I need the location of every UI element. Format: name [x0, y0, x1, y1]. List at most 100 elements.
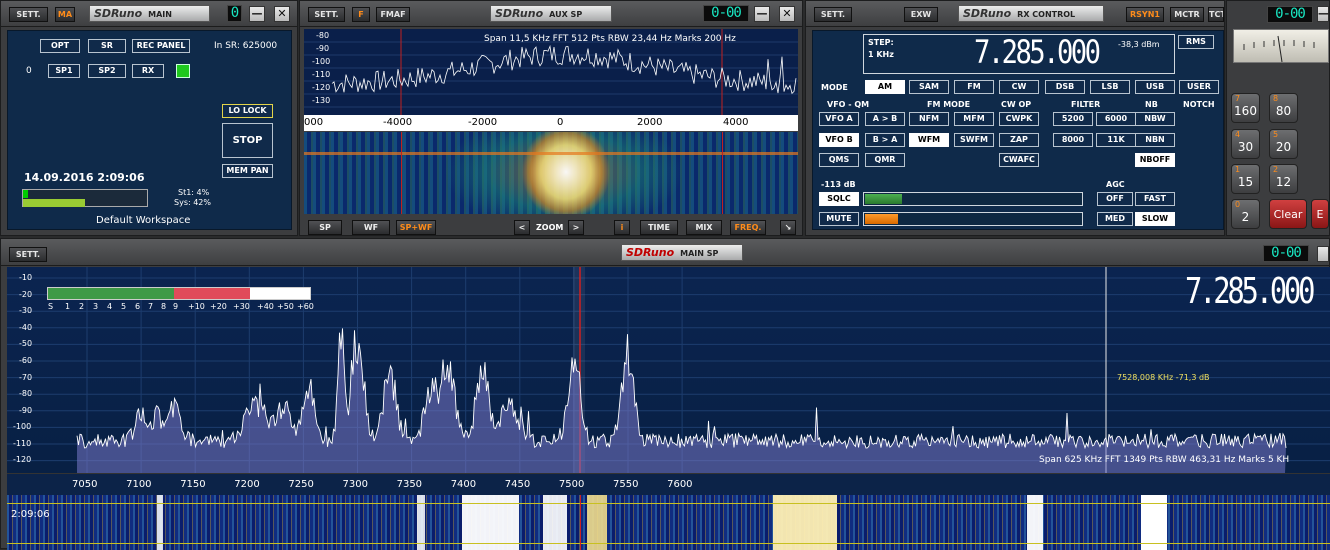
- opt-button[interactable]: OPT: [40, 39, 80, 53]
- aux-seg-display: 0-00: [703, 5, 749, 22]
- aux-titlebar[interactable]: SETT. F FMAF SDRuno AUX SP 0-00 — ✕: [300, 1, 802, 27]
- zap-button[interactable]: ZAP: [999, 133, 1039, 147]
- rms-button[interactable]: RMS: [1178, 35, 1214, 49]
- f-button[interactable]: F: [352, 7, 370, 22]
- rx-seg-display: 0-00: [1267, 6, 1313, 23]
- sp-view-button[interactable]: SP: [308, 220, 342, 235]
- agc-fast-button[interactable]: FAST: [1135, 192, 1175, 206]
- resize-handle-icon[interactable]: ↘: [780, 220, 796, 235]
- a-to-b-button[interactable]: A > B: [865, 112, 905, 126]
- agc-med-button[interactable]: MED: [1097, 212, 1133, 226]
- band-key-30[interactable]: 4 30: [1231, 129, 1260, 159]
- main-spectrum[interactable]: -10 -20 -30 -40 -50 -60 -70 -80 -90 -100…: [7, 267, 1330, 473]
- ma-button[interactable]: MA: [55, 7, 75, 22]
- minimize-button[interactable]: —: [1317, 6, 1329, 22]
- squelch-slider[interactable]: [863, 192, 1083, 206]
- aux-info: Span 11,5 KHz FFT 512 Pts RBW 23,44 Hz M…: [484, 34, 736, 44]
- vfo-b-button[interactable]: VFO B: [819, 133, 859, 147]
- band-key-2[interactable]: 02: [1231, 199, 1260, 229]
- info-button[interactable]: i: [614, 220, 630, 235]
- nfm-button[interactable]: NFM: [909, 112, 949, 126]
- main-x-tick: 7100: [126, 479, 152, 490]
- main-sp-titlebar[interactable]: SETT. SDRuno MAIN SP 0-00: [1, 239, 1329, 266]
- qmr-button[interactable]: QMR: [865, 153, 905, 167]
- enter-key[interactable]: E: [1311, 199, 1329, 229]
- sett-button[interactable]: SETT.: [9, 7, 48, 22]
- band-key-20[interactable]: 5 20: [1269, 129, 1298, 159]
- main-titlebar[interactable]: SETT. MA SDRuno MAIN 0 — ✕: [1, 1, 297, 27]
- mfm-button[interactable]: MFM: [954, 112, 994, 126]
- cwpk-button[interactable]: CWPK: [999, 112, 1039, 126]
- rec-panel-button[interactable]: REC PANEL: [132, 39, 190, 53]
- band-key-80[interactable]: 8 80: [1269, 93, 1298, 123]
- mode-usb-button[interactable]: USB: [1135, 80, 1175, 94]
- close-button[interactable]: ✕: [779, 6, 795, 22]
- mode-sam-button[interactable]: SAM: [909, 80, 949, 94]
- fmaf-button[interactable]: FMAF: [376, 7, 410, 22]
- b-to-a-button[interactable]: B > A: [865, 133, 905, 147]
- mode-cw-button[interactable]: CW: [999, 80, 1039, 94]
- qms-button[interactable]: QMS: [819, 153, 859, 167]
- aux-spectrum[interactable]: Span 11,5 KHz FFT 512 Pts RBW 23,44 Hz M…: [304, 29, 798, 115]
- minimize-button[interactable]: —: [249, 6, 265, 22]
- aux-wf-marker-left: [401, 132, 402, 214]
- sett-button[interactable]: SETT.: [814, 7, 852, 22]
- sqlc-button[interactable]: SQLC: [819, 192, 859, 206]
- filter-6000-button[interactable]: 6000: [1096, 112, 1136, 126]
- filter-5200-button[interactable]: 5200: [1053, 112, 1093, 126]
- agc-slow-button[interactable]: SLOW: [1135, 212, 1175, 226]
- minimize-button[interactable]: [1317, 246, 1329, 262]
- mode-fm-button[interactable]: FM: [954, 80, 994, 94]
- clear-key[interactable]: Clear: [1269, 199, 1307, 229]
- mode-am-button[interactable]: AM: [865, 80, 905, 94]
- nbn-button[interactable]: NBN: [1135, 133, 1175, 147]
- mem-pan-button[interactable]: MEM PAN: [222, 164, 273, 178]
- cwafc-button[interactable]: CWAFC: [999, 153, 1039, 167]
- volume-slider[interactable]: [863, 212, 1083, 226]
- band-key-160[interactable]: 7 160: [1231, 93, 1260, 123]
- frequency-display[interactable]: STEP: 1 KHz 7.285.000 -38,3 dBm: [863, 33, 1175, 74]
- wfm-button[interactable]: WFM: [909, 133, 949, 147]
- freq-button[interactable]: FREQ.: [730, 220, 766, 235]
- mode-lsb-button[interactable]: LSB: [1090, 80, 1130, 94]
- mute-button[interactable]: MUTE: [819, 212, 859, 226]
- sp1-button[interactable]: SP1: [48, 64, 80, 78]
- stop-button[interactable]: STOP: [222, 123, 273, 158]
- wf-view-button[interactable]: WF: [352, 220, 390, 235]
- zoom-in-button[interactable]: >: [568, 220, 584, 235]
- agc-off-button[interactable]: OFF: [1097, 192, 1133, 206]
- band-key-12[interactable]: 2 12: [1269, 164, 1298, 194]
- mode-user-button[interactable]: USER: [1179, 80, 1219, 94]
- mctr-button[interactable]: MCTR: [1170, 7, 1204, 22]
- rx-status-indicator[interactable]: [176, 64, 190, 78]
- swfm-button[interactable]: SWFM: [954, 133, 994, 147]
- rsyn1-button[interactable]: RSYN1: [1126, 7, 1164, 22]
- time-button[interactable]: TIME: [640, 220, 678, 235]
- main-y-tick: -80: [19, 389, 33, 398]
- main-y-tick: -30: [19, 306, 33, 315]
- zoom-out-button[interactable]: <: [514, 220, 530, 235]
- sp-wf-view-button[interactable]: SP+WF: [396, 220, 436, 235]
- mix-button[interactable]: MIX: [686, 220, 722, 235]
- mode-dsb-button[interactable]: DSB: [1045, 80, 1085, 94]
- rx-titlebar[interactable]: SETT. EXW SDRuno RX CONTROL RSYN1 MCTR TC…: [806, 1, 1224, 27]
- sp2-button[interactable]: SP2: [88, 64, 126, 78]
- rx-button[interactable]: RX: [132, 64, 164, 78]
- main-waterfall[interactable]: 2:09:06: [7, 495, 1330, 550]
- filter-11k-button[interactable]: 11K: [1096, 133, 1136, 147]
- nbw-button[interactable]: NBW: [1135, 112, 1175, 126]
- aux-y-tick: -80: [316, 31, 330, 40]
- filter-8000-button[interactable]: 8000: [1053, 133, 1093, 147]
- band-key-15[interactable]: 1 15: [1231, 164, 1260, 194]
- sett-button[interactable]: SETT.: [308, 7, 345, 22]
- minimize-button[interactable]: —: [754, 6, 770, 22]
- sr-button[interactable]: SR: [88, 39, 126, 53]
- tctr-button[interactable]: TCTR: [1208, 7, 1224, 22]
- lo-lock-button[interactable]: LO LOCK: [222, 104, 273, 118]
- aux-waterfall[interactable]: [304, 132, 798, 214]
- sett-button[interactable]: SETT.: [9, 247, 47, 262]
- close-button[interactable]: ✕: [274, 6, 290, 22]
- nboff-button[interactable]: NBOFF: [1135, 153, 1175, 167]
- exw-button[interactable]: EXW: [904, 7, 938, 22]
- vfo-a-button[interactable]: VFO A: [819, 112, 859, 126]
